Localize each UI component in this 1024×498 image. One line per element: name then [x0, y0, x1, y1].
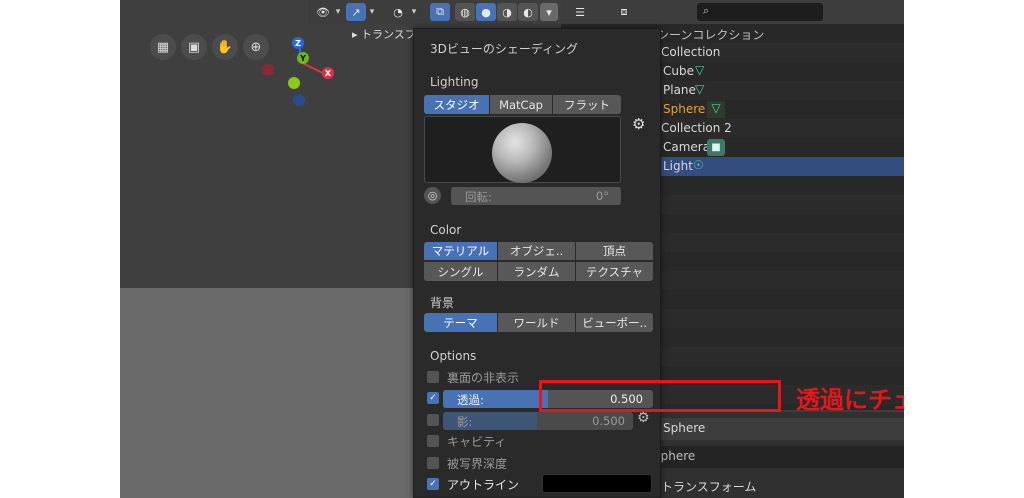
annotation-text: 透過にチェック: [796, 386, 904, 414]
backface-culling-label: 裏面の非表示: [447, 371, 520, 385]
outliner-item-label: Collection: [661, 45, 721, 59]
shadow-label: 影:: [457, 415, 473, 429]
cavity-label: キャビティ: [447, 435, 507, 449]
camera-data-icon[interactable]: ■: [707, 139, 725, 156]
color-single-button[interactable]: シングル: [424, 262, 498, 281]
outliner-item-label: Cube: [663, 64, 694, 78]
depth-of-field-label: 被写界深度: [447, 457, 508, 471]
gizmo-z[interactable]: Z: [292, 37, 304, 49]
object-name-label: Sphere: [663, 421, 706, 435]
color-vertex-button[interactable]: 頂点: [576, 242, 653, 261]
mesh-data-icon[interactable]: ▽: [695, 63, 704, 77]
outliner-item-label: Camera: [663, 140, 711, 154]
color-material-button[interactable]: マテリアル: [424, 242, 498, 261]
preview-sphere: [492, 123, 552, 183]
outline-label: アウトライン: [447, 478, 520, 492]
transform-section-header[interactable]: トランスフォーム: [661, 478, 756, 495]
overlay-icon[interactable]: ◔: [388, 3, 408, 21]
perspective-grid-icon[interactable]: ▦: [150, 34, 176, 60]
xray-label: 透過:: [457, 393, 484, 407]
lighting-heading: Lighting: [430, 75, 479, 89]
outliner-item-label: Sphere: [663, 102, 706, 116]
popover-title: 3Dビューのシェーディング: [430, 42, 579, 56]
blender-screenshot: ▦ ▣ ✋ ⊕ Z Y X 👁 ▾ ↗ ▾ ◔ ▾ ⧉ ◍ ● ◑ ◐ ▾ ▸ …: [120, 0, 904, 498]
background-viewport-button[interactable]: ビューポー..: [576, 313, 653, 332]
gizmo-y[interactable]: Y: [297, 52, 309, 64]
options-heading: Options: [430, 349, 477, 363]
lighting-flat-button[interactable]: フラット: [553, 95, 621, 114]
mesh-data-icon[interactable]: ▽: [695, 82, 704, 96]
background-theme-button[interactable]: テーマ: [424, 313, 498, 332]
search-icon: ⌕: [703, 4, 710, 17]
background-world-button[interactable]: ワールド: [498, 313, 576, 332]
gizmo-toggle-icon[interactable]: ↗: [346, 3, 366, 21]
gizmo-x[interactable]: X: [322, 67, 334, 79]
object-name-field[interactable]: Sphere: [659, 418, 904, 440]
shadow-value: 0.500: [592, 414, 625, 428]
shading-solid-icon[interactable]: ●: [476, 3, 496, 21]
gizmo-neg-z[interactable]: [293, 94, 305, 106]
studio-light-preview[interactable]: [424, 116, 621, 183]
lighting-studio-button[interactable]: スタジオ: [424, 95, 490, 114]
color-random-button[interactable]: ランダム: [498, 262, 576, 281]
backface-culling-checkbox[interactable]: [427, 371, 439, 383]
display-mode-icon[interactable]: ☰: [569, 3, 591, 21]
viewport-shading-popover: 3Dビューのシェーディング Lighting スタジオ MatCap フラット …: [413, 28, 661, 498]
chevron-down-icon[interactable]: ▾: [367, 3, 377, 21]
outliner-item-label: Collection 2: [661, 121, 732, 135]
depth-of-field-checkbox[interactable]: [427, 457, 439, 469]
outliner-scene-label: シーンコレクション: [657, 28, 765, 42]
shading-dropdown-icon[interactable]: ▾: [540, 3, 558, 21]
world-space-lighting-icon[interactable]: ◎: [424, 187, 441, 204]
color-object-button[interactable]: オブジェ..: [498, 242, 576, 261]
shadow-checkbox[interactable]: [427, 414, 439, 426]
chevron-down-icon[interactable]: ▾: [409, 3, 419, 21]
xray-toggle-icon[interactable]: ⧉: [430, 3, 450, 21]
annotation-highlight-box: [539, 380, 781, 412]
outliner-item-label: Plane: [663, 83, 696, 97]
pan-hand-icon[interactable]: ✋: [212, 34, 238, 60]
shading-material-icon[interactable]: ◑: [497, 3, 517, 21]
shadow-slider[interactable]: 影: 0.500: [443, 412, 633, 430]
gizmo-neg-y[interactable]: [288, 77, 300, 89]
cavity-checkbox[interactable]: [427, 435, 439, 447]
shading-wireframe-icon[interactable]: ◍: [455, 3, 475, 21]
chevron-down-icon[interactable]: ▾: [333, 3, 343, 21]
data-name-field[interactable]: Sphere: [647, 446, 904, 468]
gizmo-neg-x[interactable]: [262, 64, 274, 76]
gear-icon[interactable]: ⚙: [637, 410, 650, 426]
light-data-icon[interactable]: ☉: [693, 158, 704, 172]
shading-rendered-icon[interactable]: ◐: [518, 3, 538, 21]
outliner-search-field[interactable]: ⌕: [697, 3, 823, 21]
color-texture-button[interactable]: テクスチャ: [576, 262, 653, 281]
lighting-matcap-button[interactable]: MatCap: [490, 95, 553, 114]
background-heading: 背景: [430, 296, 455, 310]
outliner-item-label: Light: [663, 159, 693, 173]
filter-icon[interactable]: ⧈: [613, 3, 635, 21]
gear-icon[interactable]: ⚙: [632, 115, 645, 133]
xray-checkbox[interactable]: ✓: [427, 392, 439, 404]
camera-view-icon[interactable]: ▣: [181, 34, 207, 60]
color-heading: Color: [430, 223, 462, 237]
rotation-label: 回転:: [465, 190, 492, 204]
outline-color-swatch[interactable]: [542, 474, 652, 493]
rotation-value: 0°: [595, 189, 609, 203]
visibility-icon[interactable]: 👁: [313, 3, 333, 21]
rotation-field[interactable]: 回転: 0°: [451, 187, 621, 205]
outline-checkbox[interactable]: ✓: [427, 478, 439, 490]
mesh-data-icon[interactable]: ▽: [707, 101, 725, 118]
